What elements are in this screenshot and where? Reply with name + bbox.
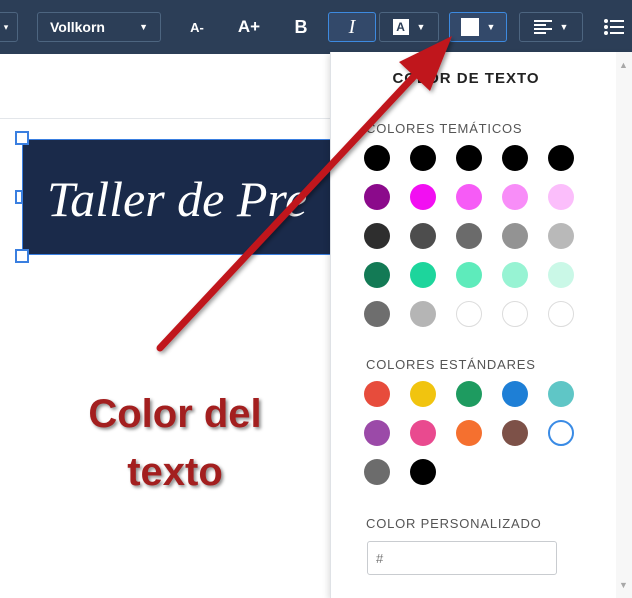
standard-color-swatch[interactable] (502, 420, 528, 446)
theme-color-swatch[interactable] (364, 301, 390, 327)
theme-color-swatch[interactable] (410, 145, 436, 171)
theme-color-swatch[interactable] (502, 184, 528, 210)
highlight-icon: A (392, 19, 409, 35)
theme-color-swatch[interactable] (502, 262, 528, 288)
chevron-down-icon: ▼ (486, 22, 496, 32)
theme-colors-label: COLORES TEMÁTICOS (366, 121, 523, 136)
theme-color-swatch[interactable] (410, 301, 436, 327)
decrease-font-label: A- (190, 19, 204, 35)
standard-color-swatch-selected[interactable] (548, 420, 574, 446)
highlight-label: A (396, 20, 405, 34)
theme-color-swatch[interactable] (456, 184, 482, 210)
theme-color-swatch[interactable] (548, 145, 574, 171)
theme-color-swatch[interactable] (364, 184, 390, 210)
italic-label: I (348, 15, 356, 38)
theme-color-swatch[interactable] (364, 145, 390, 171)
callout-line-1: Color del (88, 392, 262, 436)
theme-color-swatch[interactable] (410, 223, 436, 249)
canvas-divider (0, 118, 330, 119)
theme-color-swatch[interactable] (456, 262, 482, 288)
theme-color-swatch[interactable] (410, 262, 436, 288)
standard-color-swatch[interactable] (502, 381, 528, 407)
chevron-down-icon: ▾ (3, 21, 9, 32)
custom-color-label: COLOR PERSONALIZADO (366, 516, 542, 531)
increase-font-label: A+ (237, 17, 261, 36)
custom-color-input[interactable] (367, 541, 557, 575)
panel-title: COLOR DE TEXTO (392, 70, 540, 87)
text-color-button[interactable]: ▼ (449, 12, 507, 42)
standard-colors-label: COLORES ESTÁNDARES (366, 357, 536, 372)
chevron-down-icon: ▼ (559, 22, 569, 32)
text-banner-block[interactable]: Taller de Pre (22, 139, 352, 255)
text-color-swatch-icon (460, 18, 479, 36)
bold-button[interactable]: B (286, 12, 316, 42)
theme-color-swatch[interactable] (456, 301, 482, 327)
prev-control-fragment[interactable]: ▾ (0, 12, 18, 42)
highlight-color-button[interactable]: A ▼ (379, 12, 439, 42)
standard-color-swatch[interactable] (410, 459, 436, 485)
font-family-select[interactable]: Vollkorn ▼ (37, 12, 161, 42)
annotation-callout: Color del texto (70, 385, 280, 501)
decrease-font-button[interactable]: A- (181, 12, 213, 42)
theme-color-swatch[interactable] (502, 223, 528, 249)
standard-color-swatch[interactable] (456, 420, 482, 446)
align-button[interactable]: ▼ (519, 12, 583, 42)
theme-color-swatch[interactable] (410, 184, 436, 210)
theme-color-swatch[interactable] (364, 223, 390, 249)
text-color-dropdown: COLOR DE TEXTO COLORES TEMÁTICOS COLORES… (330, 52, 632, 598)
standard-color-swatch[interactable] (364, 459, 390, 485)
scroll-up-arrow-icon[interactable]: ▲ (619, 60, 628, 70)
resize-handle-left[interactable] (15, 190, 23, 204)
chevron-down-icon: ▼ (416, 22, 426, 32)
theme-color-swatch[interactable] (456, 223, 482, 249)
standard-color-swatch[interactable] (364, 381, 390, 407)
chevron-down-icon: ▼ (139, 22, 148, 32)
theme-color-swatch[interactable] (456, 145, 482, 171)
panel-scrollbar[interactable]: ▲ ▼ (616, 52, 632, 598)
align-left-icon (533, 20, 552, 34)
theme-color-swatch[interactable] (502, 145, 528, 171)
standard-color-swatch[interactable] (364, 420, 390, 446)
standard-color-swatch[interactable] (410, 420, 436, 446)
theme-color-swatch[interactable] (548, 301, 574, 327)
list-button[interactable] (600, 12, 628, 42)
scroll-down-arrow-icon[interactable]: ▼ (619, 580, 628, 590)
increase-font-button[interactable]: A+ (232, 12, 266, 42)
resize-handle-top-left[interactable] (15, 131, 29, 145)
theme-color-swatch[interactable] (502, 301, 528, 327)
callout-line-2: texto (127, 450, 223, 494)
standard-color-swatch[interactable] (456, 381, 482, 407)
theme-color-swatch[interactable] (548, 262, 574, 288)
theme-color-swatch[interactable] (364, 262, 390, 288)
banner-text[interactable]: Taller de Pre (47, 170, 307, 228)
resize-handle-bottom-left[interactable] (15, 249, 29, 263)
editor-toolbar: ▾ Vollkorn ▼ A- A+ B I A ▼ ▼ ▼ (0, 0, 632, 54)
standard-color-swatch[interactable] (548, 381, 574, 407)
theme-color-swatch[interactable] (548, 184, 574, 210)
italic-button[interactable]: I (328, 12, 376, 42)
theme-color-swatch[interactable] (548, 223, 574, 249)
standard-color-swatch[interactable] (410, 381, 436, 407)
bullet-list-icon (604, 19, 624, 35)
bold-label: B (294, 16, 308, 37)
font-family-value: Vollkorn (50, 19, 105, 35)
